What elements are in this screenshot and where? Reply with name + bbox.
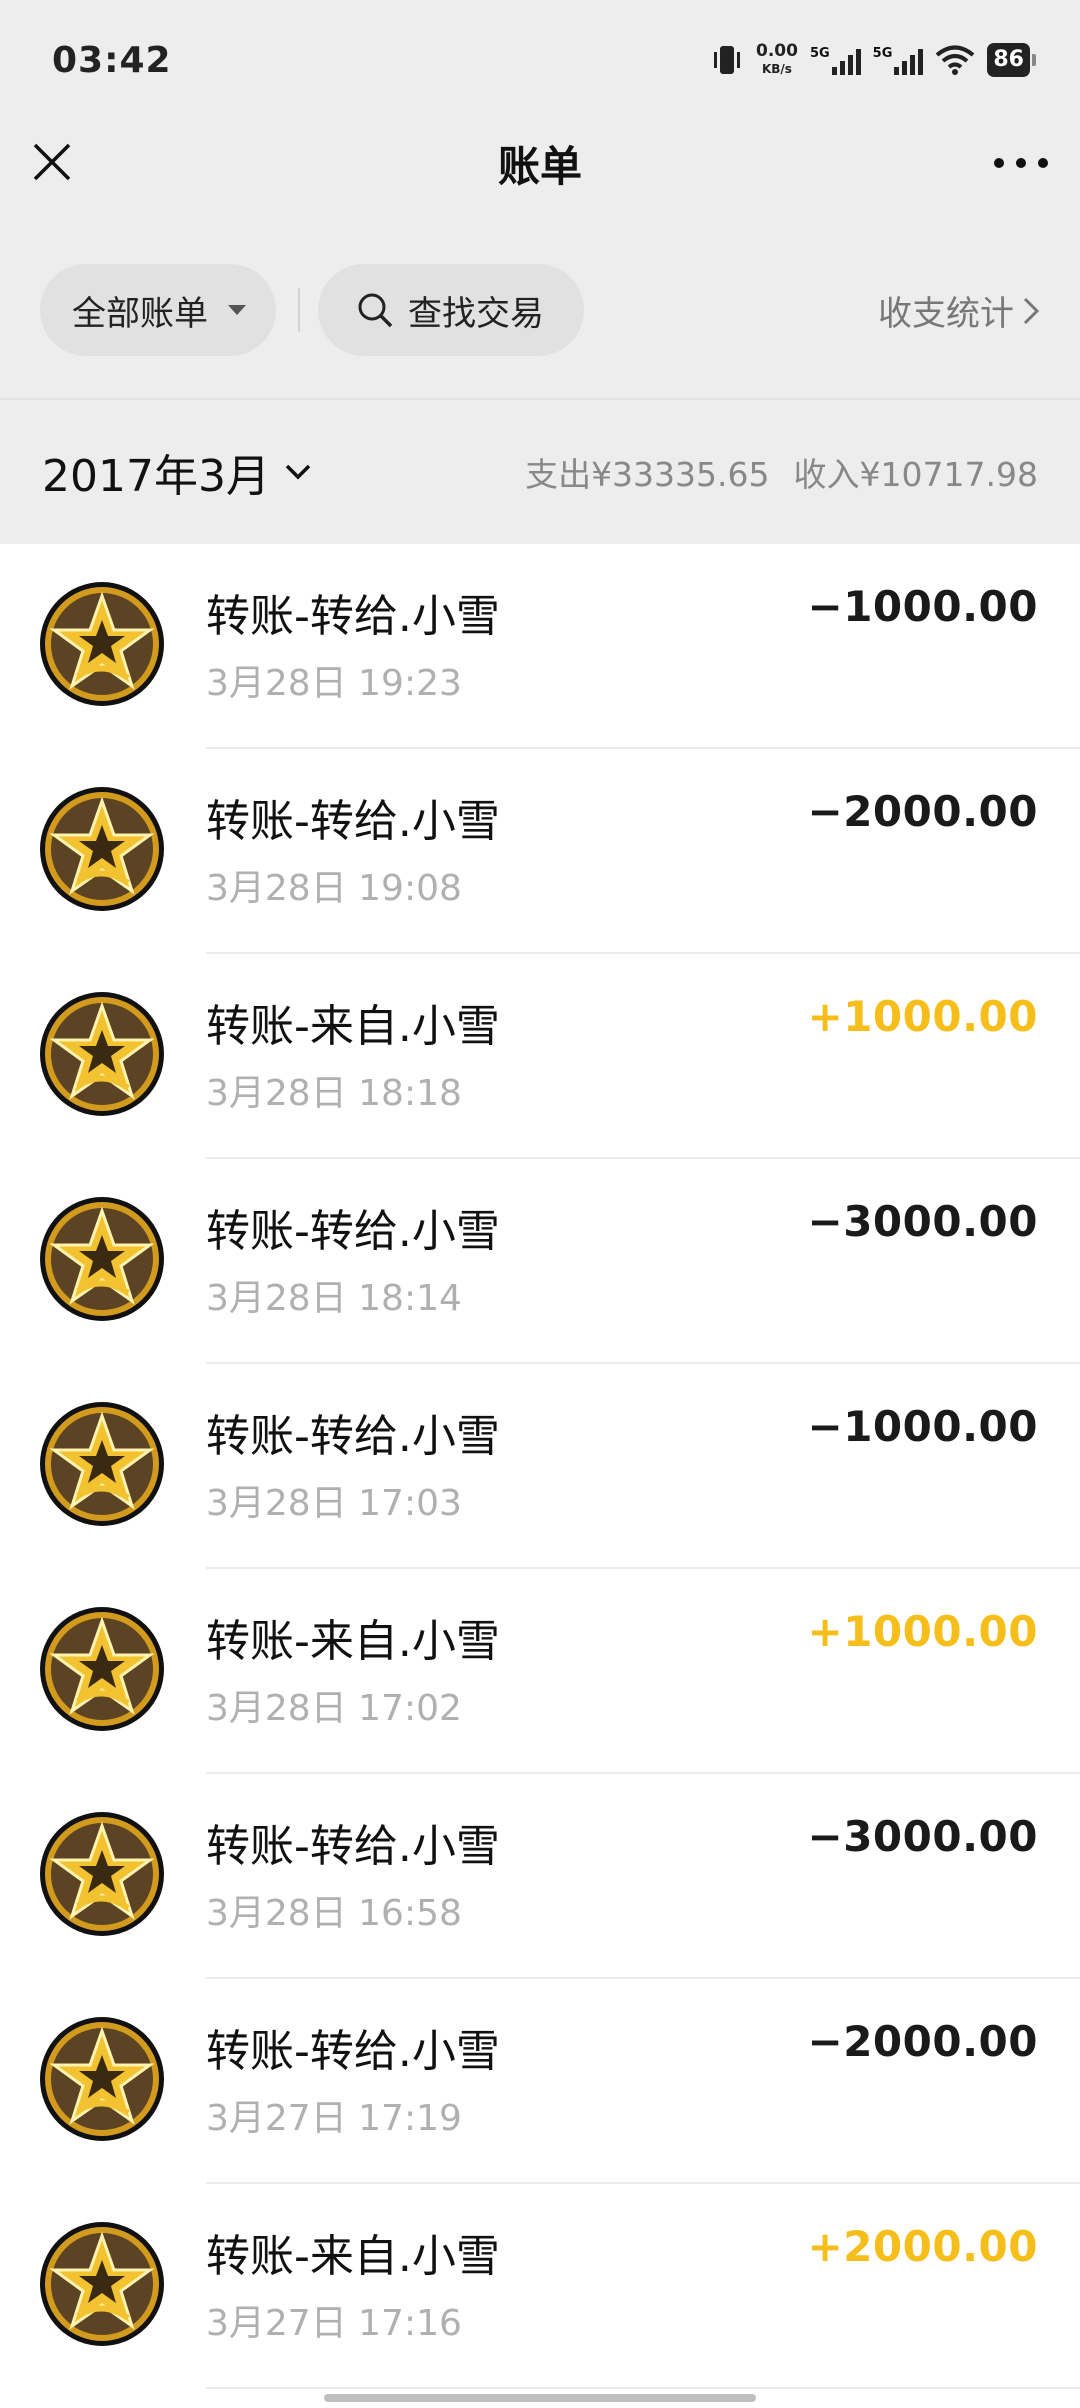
income-total: 收入¥10717.98	[793, 455, 1038, 494]
transaction-title: 转账-转给.小雪	[206, 1411, 500, 1462]
transaction-amount: +1000.00	[807, 992, 1038, 1041]
signal-bars-icon	[894, 48, 924, 75]
caret-down-icon	[228, 305, 246, 315]
transaction-row[interactable]: 转账-转给.小雪 3月28日 18:14 −3000.00	[0, 1159, 1080, 1364]
transaction-time: 3月28日 18:14	[206, 1278, 462, 1319]
transaction-title: 转账-转给.小雪	[206, 591, 500, 642]
star-avatar-icon	[40, 992, 164, 1116]
transaction-time: 3月28日 19:08	[206, 868, 462, 909]
more-dot-icon	[994, 158, 1004, 168]
transaction-time: 3月28日 16:58	[206, 1893, 462, 1934]
more-dot-icon	[1038, 158, 1048, 168]
row-divider	[206, 2387, 1080, 2389]
transaction-list: 转账-转给.小雪 3月28日 19:23 −1000.00 转账-转给.小雪 3…	[0, 544, 1080, 2408]
filter-bar: 全部账单 查找交易 收支统计	[0, 264, 1080, 356]
transaction-row[interactable]: 转账-来自.小雪 3月27日 17:16 +2000.00	[0, 2184, 1080, 2389]
star-avatar-icon	[40, 1812, 164, 1936]
wifi-icon	[936, 45, 975, 75]
signal-5g-2: 5G	[873, 46, 924, 75]
star-avatar-icon	[40, 1607, 164, 1731]
star-avatar-icon	[40, 1402, 164, 1526]
transaction-row[interactable]: 转账-转给.小雪 3月28日 19:23 −1000.00	[0, 544, 1080, 749]
search-label: 查找交易	[408, 293, 544, 334]
transaction-time: 3月27日 17:16	[206, 2303, 462, 2344]
transaction-amount: −2000.00	[807, 787, 1038, 836]
transaction-time: 3月28日 17:03	[206, 1483, 462, 1524]
income-expense-stats-link[interactable]: 收支统计	[878, 286, 1040, 335]
search-transactions-button[interactable]: 查找交易	[318, 264, 584, 356]
battery-indicator: 86	[987, 43, 1036, 77]
transaction-title: 转账-转给.小雪	[206, 2026, 500, 2077]
transaction-amount: −2000.00	[807, 2017, 1038, 2066]
star-avatar-icon	[40, 1197, 164, 1321]
transaction-time: 3月28日 17:02	[206, 1688, 462, 1729]
status-bar: 03:42 0.00 KB/s 5G 5G 86	[0, 0, 1080, 120]
chevron-down-icon	[285, 464, 311, 480]
star-avatar-icon	[40, 582, 164, 706]
transaction-row[interactable]: 转账-转给.小雪 3月27日 17:19 −2000.00	[0, 1979, 1080, 2184]
transaction-row[interactable]: 转账-转给.小雪 3月28日 19:08 −2000.00	[0, 749, 1080, 954]
close-icon[interactable]	[30, 140, 74, 184]
more-dot-icon	[1016, 158, 1026, 168]
more-options-button[interactable]	[994, 148, 1048, 178]
signal-5g-1: 5G	[810, 46, 861, 75]
transaction-time: 3月28日 18:18	[206, 1073, 462, 1114]
page-title: 账单	[497, 141, 582, 191]
filter-divider	[298, 288, 300, 332]
transaction-title: 转账-转给.小雪	[206, 796, 500, 847]
stats-label: 收支统计	[878, 294, 1014, 334]
navigation-bar: 账单	[0, 120, 1080, 206]
transaction-title: 转账-转给.小雪	[206, 1206, 500, 1257]
transaction-amount: +1000.00	[807, 1607, 1038, 1656]
transaction-row[interactable]: 转账-来自.小雪 3月28日 17:02 +1000.00	[0, 1569, 1080, 1774]
month-summary: 支出¥33335.65 收入¥10717.98	[525, 448, 1038, 496]
transaction-row[interactable]: 转账-转给.小雪 3月28日 16:58 −3000.00	[0, 1774, 1080, 1979]
month-header: 2017年3月 支出¥33335.65 收入¥10717.98	[0, 400, 1080, 544]
transaction-title: 转账-转给.小雪	[206, 1821, 500, 1872]
star-avatar-icon	[40, 2017, 164, 2141]
expense-total: 支出¥33335.65	[525, 455, 770, 494]
all-bills-filter-button[interactable]: 全部账单	[40, 264, 276, 356]
transaction-time: 3月27日 17:19	[206, 2098, 462, 2139]
status-icons: 0.00 KB/s 5G 5G 86	[710, 41, 1036, 78]
transaction-title: 转账-来自.小雪	[206, 1616, 500, 1667]
transaction-amount: +2000.00	[807, 2222, 1038, 2271]
star-avatar-icon	[40, 2222, 164, 2346]
transaction-amount: −3000.00	[807, 1197, 1038, 1246]
chevron-right-icon	[1023, 297, 1040, 324]
search-icon	[358, 293, 393, 328]
signal-bars-icon	[831, 48, 861, 75]
transaction-title: 转账-来自.小雪	[206, 1001, 500, 1052]
transaction-row[interactable]: 转账-来自.小雪 3月28日 18:18 +1000.00	[0, 954, 1080, 1159]
month-label: 2017年3月	[42, 451, 270, 502]
status-time: 03:42	[52, 39, 172, 81]
transaction-title: 转账-来自.小雪	[206, 2231, 500, 2282]
home-indicator[interactable]	[324, 2394, 756, 2402]
transaction-row[interactable]: 转账-转给.小雪 3月28日 17:03 −1000.00	[0, 1364, 1080, 1569]
transaction-amount: −1000.00	[807, 1402, 1038, 1451]
month-selector[interactable]: 2017年3月	[42, 440, 312, 504]
transaction-time: 3月28日 19:23	[206, 663, 462, 704]
vibrate-icon	[713, 46, 740, 74]
star-avatar-icon	[40, 787, 164, 911]
network-speed: 0.00 KB/s	[755, 41, 798, 76]
all-bills-label: 全部账单	[72, 293, 208, 334]
transaction-amount: −1000.00	[807, 582, 1038, 631]
transaction-amount: −3000.00	[807, 1812, 1038, 1861]
